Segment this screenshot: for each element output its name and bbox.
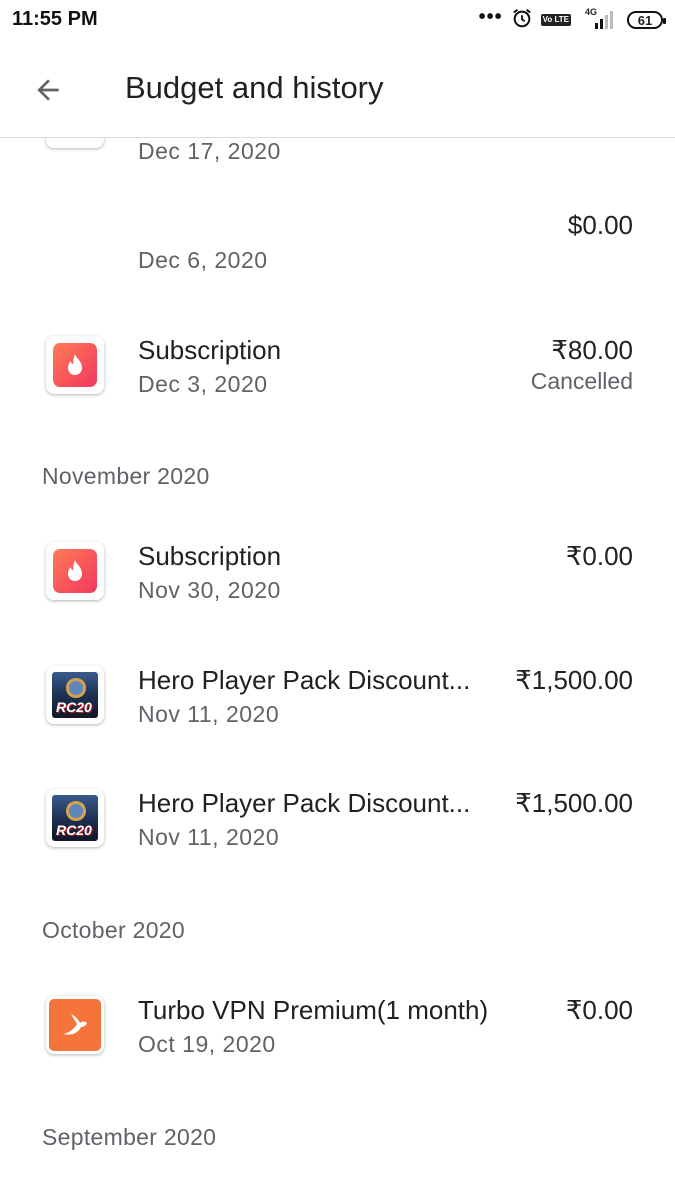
back-arrow-icon	[37, 79, 59, 101]
item-title: Subscription	[138, 335, 282, 365]
section-header: September 2020	[42, 1124, 217, 1150]
section-header: November 2020	[42, 463, 210, 489]
item-amount: ₹80.00	[551, 335, 633, 365]
item-date: Dec 6, 2020	[138, 247, 268, 273]
back-button[interactable]	[28, 70, 68, 110]
section-header: October 2020	[42, 917, 185, 943]
item-date: Nov 30, 2020	[138, 577, 281, 603]
item-amount: ₹0.00	[565, 995, 633, 1025]
item-title: Hero Player Pack Discount...	[138, 788, 471, 818]
real-cricket-20-icon: RC20	[46, 789, 104, 847]
list-item[interactable]: Turbo VPN Premium(1 month) Oct 19, 2020 …	[0, 990, 675, 1070]
item-amount: ₹0.00	[565, 541, 633, 571]
app-bar: Budget and history	[0, 42, 675, 138]
page-title: Budget and history	[125, 70, 384, 105]
item-title: Turbo VPN Premium(1 month)	[138, 995, 489, 1025]
item-amount: $0.00	[567, 210, 633, 240]
item-date: Nov 11, 2020	[138, 824, 280, 850]
item-title: Subscription	[138, 541, 282, 571]
history-list[interactable]: Dec 17, 2020 $0.00 Dec 6, 2020 Subscript…	[0, 0, 675, 1200]
list-item[interactable]: RC20 Hero Player Pack Discount... Nov 11…	[0, 783, 675, 863]
item-date: Dec 17, 2020	[138, 138, 281, 164]
item-status: Cancelled	[530, 368, 633, 394]
tinder-flame-icon	[46, 542, 104, 600]
list-item[interactable]: Subscription Nov 30, 2020 ₹0.00	[0, 536, 675, 616]
item-amount: ₹1,500.00	[515, 665, 633, 695]
list-item[interactable]: $0.00 Dec 6, 2020	[0, 205, 675, 285]
item-date: Oct 19, 2020	[138, 1031, 276, 1057]
real-cricket-20-icon: RC20	[46, 666, 104, 724]
list-item[interactable]: Subscription Dec 3, 2020 ₹80.00 Cancelle…	[0, 330, 675, 410]
tinder-flame-icon	[46, 336, 104, 394]
item-title: Hero Player Pack Discount...	[138, 665, 471, 695]
item-date: Dec 3, 2020	[138, 371, 268, 397]
turbo-vpn-rabbit-icon	[46, 996, 104, 1054]
item-amount: ₹1,500.00	[515, 788, 633, 818]
item-date: Nov 11, 2020	[138, 701, 280, 727]
list-item[interactable]: RC20 Hero Player Pack Discount... Nov 11…	[0, 660, 675, 740]
